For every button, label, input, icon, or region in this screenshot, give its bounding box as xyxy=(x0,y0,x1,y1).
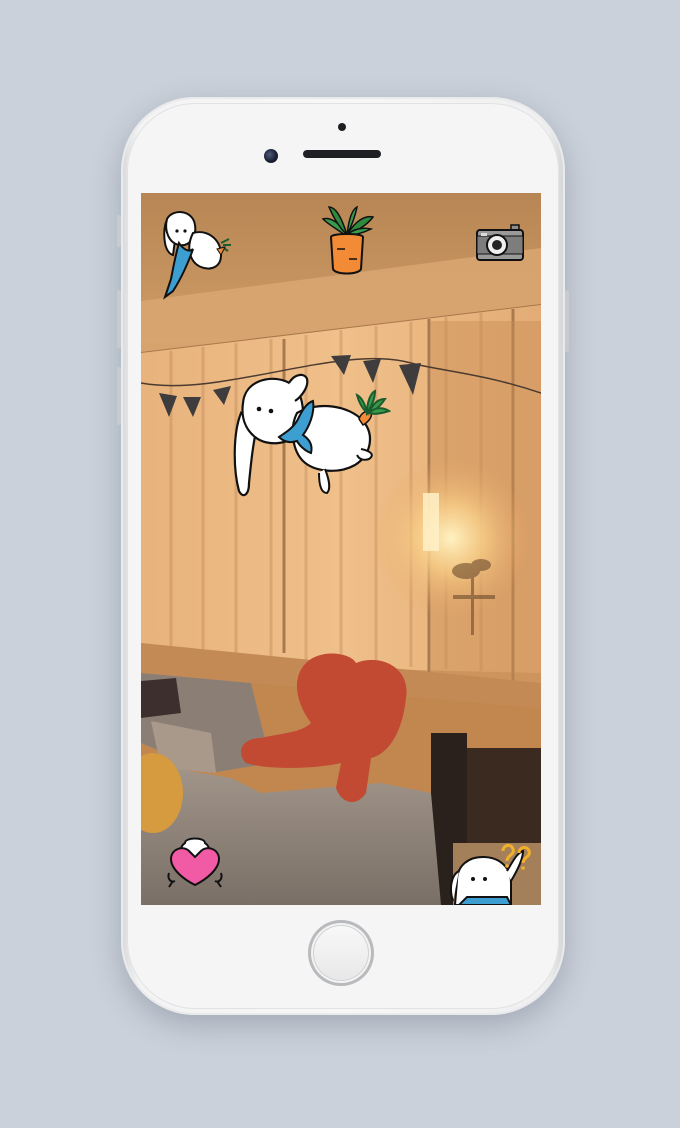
help-bunny-icon[interactable] xyxy=(449,841,539,905)
earpiece-speaker xyxy=(303,150,381,158)
camera-icon[interactable] xyxy=(475,223,525,263)
volume-down-button xyxy=(117,367,121,425)
radiator xyxy=(463,748,541,843)
power-button xyxy=(565,290,569,352)
dark-bag xyxy=(141,678,181,718)
lamp-glow xyxy=(371,458,531,618)
proximity-sensor xyxy=(338,123,346,131)
mute-switch xyxy=(117,215,121,247)
ar-camera-view[interactable] xyxy=(141,193,541,905)
volume-up-button xyxy=(117,290,121,348)
carrot-icon[interactable] xyxy=(319,205,377,277)
heart-bunny-icon[interactable] xyxy=(163,835,227,891)
front-camera xyxy=(264,149,278,163)
floating-bunny-character[interactable] xyxy=(233,373,393,499)
home-button[interactable] xyxy=(308,920,374,986)
bunny-icon[interactable] xyxy=(159,209,239,301)
lamp xyxy=(423,493,439,551)
